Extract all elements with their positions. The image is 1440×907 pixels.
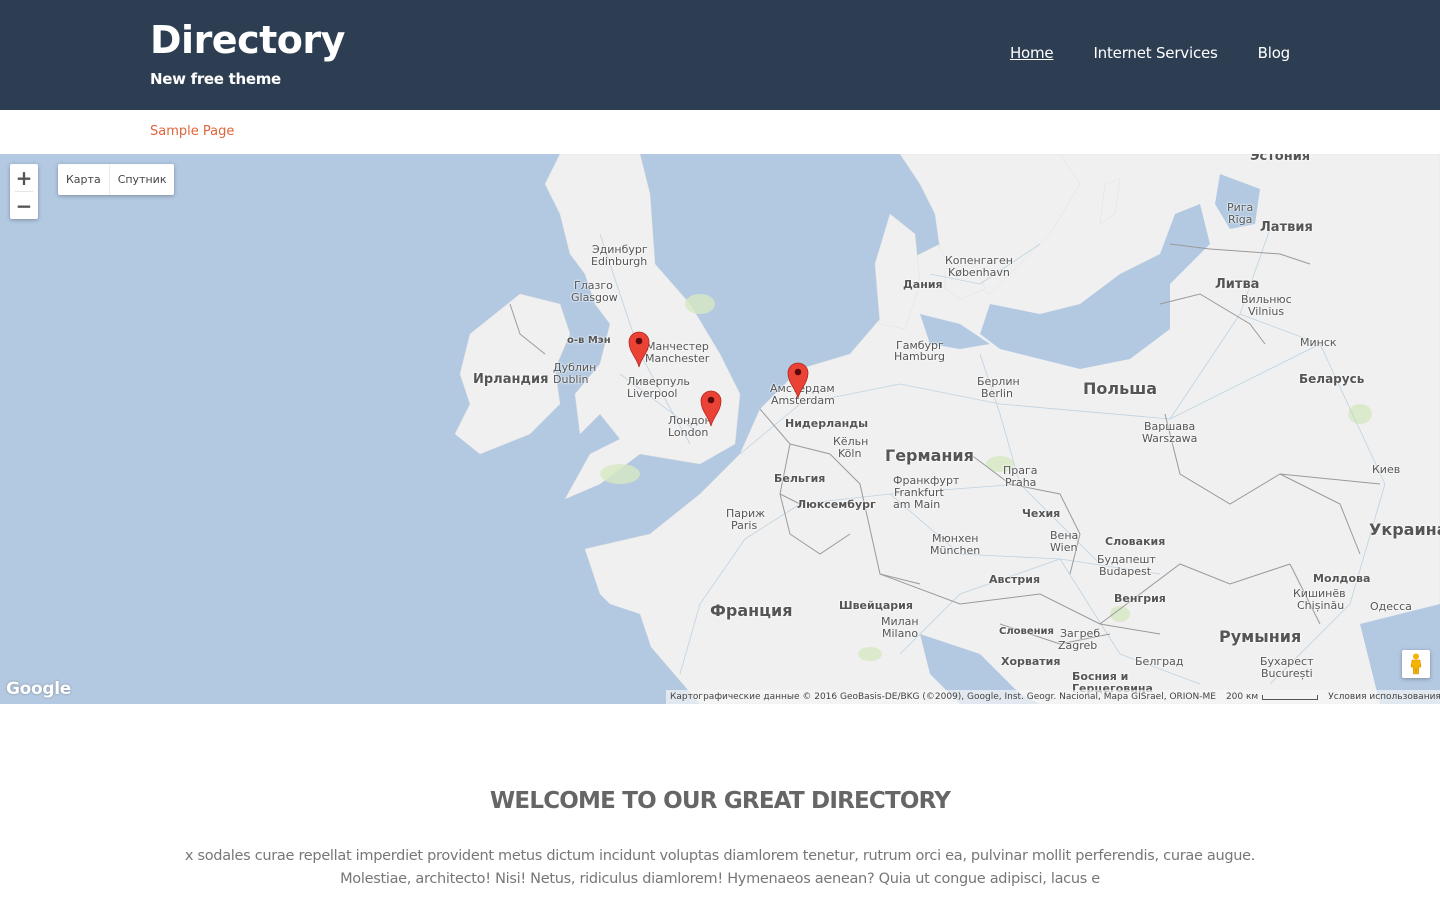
map-label: Praha <box>1005 476 1037 489</box>
map-label: Glasgow <box>571 291 618 304</box>
map-label: Эстония <box>1250 154 1311 164</box>
map-label: Беларусь <box>1299 372 1365 386</box>
map-label: Минск <box>1300 336 1337 349</box>
map-label: Латвия <box>1260 220 1313 235</box>
map-scale[interactable]: 200 км <box>1225 692 1319 702</box>
map-label: Rīga <box>1228 213 1253 226</box>
map-label: Liverpool <box>627 387 678 400</box>
welcome-heading: WELCOME TO OUR GREAT DIRECTORY <box>489 788 951 814</box>
marker-london[interactable] <box>700 389 722 427</box>
map-label: Одесса <box>1370 600 1412 613</box>
nav-internet-services[interactable]: Internet Services <box>1093 44 1217 62</box>
map-label: Белград <box>1135 655 1184 668</box>
nav-blog[interactable]: Blog <box>1258 44 1291 62</box>
map-attribution-bar: Картографические данные © 2016 GeoBasis-… <box>666 690 1440 704</box>
site-title[interactable]: Directory <box>150 18 345 62</box>
map-type-control: Карта Спутник <box>58 164 175 195</box>
map-label: Zagreb <box>1058 639 1098 652</box>
map-label: Manchester <box>645 352 710 365</box>
map-label: London <box>668 426 709 439</box>
zoom-control: + − <box>10 164 38 219</box>
map-label: Украина <box>1369 520 1440 539</box>
secondary-nav: Sample Page <box>0 110 1440 154</box>
scale-label: 200 км <box>1225 692 1259 702</box>
map-label: Чехия <box>1022 507 1061 520</box>
map-label: Wien <box>1050 541 1078 554</box>
map-label: Milano <box>882 627 919 640</box>
map-label: Польша <box>1083 379 1158 398</box>
map-label: о-в Мэн <box>567 335 611 346</box>
map-label: București <box>1261 667 1313 680</box>
welcome-text: x sodales curae repellat imperdiet provi… <box>184 848 1256 887</box>
nav-home[interactable]: Home <box>1010 44 1054 62</box>
map-label: Dublin <box>553 373 589 386</box>
map-label: Румыния <box>1219 627 1302 646</box>
map-label: Warszawa <box>1142 432 1198 445</box>
map-label: Венгрия <box>1114 592 1166 605</box>
map-label: København <box>948 266 1010 279</box>
map-label: Chișinău <box>1297 599 1345 612</box>
map-label: Köln <box>838 447 862 460</box>
map-label: Австрия <box>989 573 1041 586</box>
zoom-out-button[interactable]: − <box>10 192 38 219</box>
map-label: Молдова <box>1313 572 1371 585</box>
map-label: Германия <box>885 446 974 465</box>
map-label: Vilnius <box>1248 305 1285 318</box>
map-label: Нидерланды <box>785 417 869 430</box>
map-label: Budapest <box>1099 565 1152 578</box>
pegman-icon <box>1410 653 1422 675</box>
map-label: Киев <box>1372 463 1401 476</box>
map-type-satellite-button[interactable]: Спутник <box>108 164 175 195</box>
map-label: Berlin <box>981 387 1013 400</box>
map-label: Швейцария <box>839 599 913 612</box>
google-logo[interactable]: Google <box>6 679 71 699</box>
street-view-pegman[interactable] <box>1402 650 1430 678</box>
map-label: Литва <box>1215 277 1260 292</box>
map-base <box>454 154 1440 704</box>
map-label: Edinburgh <box>591 255 648 268</box>
map-type-map-button[interactable]: Карта <box>58 164 109 195</box>
map-label: Словакия <box>1105 535 1166 548</box>
site-header: Directory New free theme Home Internet S… <box>0 0 1440 110</box>
map[interactable]: Эстония Рига Rīga Латвия Эдинбург Edinbu… <box>0 154 1440 704</box>
marker-manchester[interactable] <box>628 330 650 368</box>
map-label: Словения <box>999 626 1054 637</box>
map-label: Бельгия <box>774 472 826 485</box>
map-label: München <box>930 544 981 557</box>
main-nav: Home Internet Services Blog <box>1010 44 1290 62</box>
map-label: Ирландия <box>473 372 549 387</box>
map-label: Paris <box>731 519 758 532</box>
map-attribution: Картографические данные © 2016 GeoBasis-… <box>670 692 1216 702</box>
sample-page-link[interactable]: Sample Page <box>150 124 234 139</box>
terms-of-use-link[interactable]: Условия использования <box>1328 692 1440 702</box>
site-tagline: New free theme <box>150 70 281 88</box>
zoom-in-button[interactable]: + <box>10 164 38 191</box>
map-label: Дания <box>903 278 943 291</box>
map-label: am Main <box>893 498 941 511</box>
map-label: Люксембург <box>797 498 876 511</box>
scale-bar <box>1262 694 1319 700</box>
map-label: Hamburg <box>894 350 945 363</box>
marker-amsterdam[interactable] <box>787 361 809 399</box>
map-label: Хорватия <box>1001 655 1061 668</box>
map-label: Франция <box>710 601 793 620</box>
